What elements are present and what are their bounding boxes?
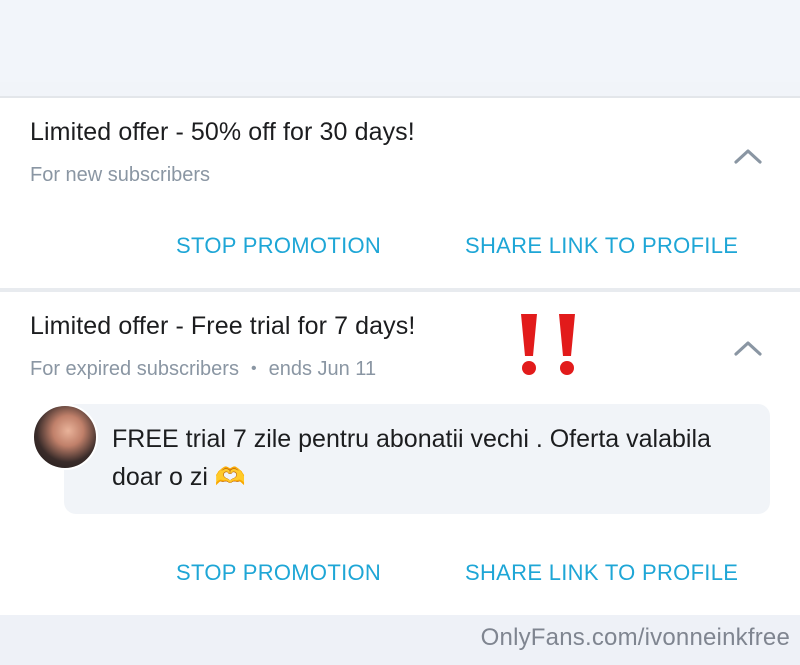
meta-separator: • (250, 360, 257, 377)
watermark: OnlyFans.com/ivonneinkfree (480, 624, 790, 651)
promotion-title: Limited offer - Free trial for 7 days! (30, 312, 416, 340)
promotion-message-bubble: FREE trial 7 zile pentru abonatii vechi … (64, 404, 770, 514)
promotion-card-1: Limited offer - 50% off for 30 days! For… (0, 98, 800, 288)
stop-promotion-button[interactable]: STOP PROMOTION (176, 233, 381, 259)
promotion-meta: For expired subscribers • ends Jun 11 (30, 358, 376, 381)
stop-promotion-button[interactable]: STOP PROMOTION (176, 560, 381, 586)
avatar[interactable] (32, 404, 98, 470)
chevron-up-icon[interactable] (730, 336, 766, 360)
promotion-audience: For expired subscribers (30, 358, 239, 380)
promotions-page: Limited offer - 50% off for 30 days! For… (0, 0, 800, 665)
double-exclamation-icon (521, 314, 575, 375)
promotion-message: FREE trial 7 zile pentru abonatii vechi … (112, 425, 711, 491)
promotion-end-date: ends Jun 11 (268, 358, 377, 380)
promotion-audience: For new subscribers (30, 164, 211, 186)
header-band (0, 0, 800, 82)
share-link-button[interactable]: SHARE LINK TO PROFILE (465, 560, 738, 586)
chevron-up-icon[interactable] (730, 144, 766, 168)
promotion-card-2: Limited offer - Free trial for 7 days! F… (0, 292, 800, 615)
promotion-title: Limited offer - 50% off for 30 days! (30, 118, 415, 146)
share-link-button[interactable]: SHARE LINK TO PROFILE (465, 233, 738, 259)
